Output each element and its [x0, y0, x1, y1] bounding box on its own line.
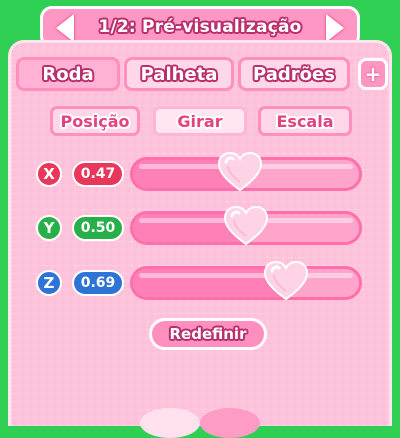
tab-padroes-label: Padrões — [253, 63, 335, 85]
z-slider[interactable] — [130, 266, 362, 300]
tab-palheta[interactable]: Palheta — [124, 57, 234, 91]
subtab-girar[interactable]: Girar — [153, 106, 247, 136]
subtab-girar-label: Girar — [177, 111, 223, 131]
subtab-escala-label: Escala — [276, 111, 334, 131]
bottom-decoration — [140, 408, 200, 438]
z-axis-icon: Z — [36, 270, 62, 296]
tab-palheta-label: Palheta — [140, 63, 218, 85]
subtab-posicao[interactable]: Posição — [50, 106, 140, 136]
tab-roda-label: Roda — [42, 63, 94, 85]
y-axis-icon: Y — [36, 215, 62, 241]
z-value-text: 0.69 — [80, 275, 116, 291]
tab-roda[interactable]: Roda — [16, 57, 120, 91]
plus-icon: + — [364, 62, 382, 86]
subtab-escala[interactable]: Escala — [258, 106, 352, 136]
z-slider-heart-handle-icon[interactable] — [263, 261, 308, 301]
z-value-badge: 0.69 — [72, 270, 124, 296]
page-title: 1/2: Pré-visualização — [98, 17, 302, 37]
bottom-decoration — [200, 408, 260, 438]
y-axis-label: Y — [43, 219, 55, 237]
next-arrow-icon[interactable] — [326, 14, 344, 42]
x-axis-icon: X — [36, 161, 62, 187]
x-value-text: 0.47 — [80, 166, 116, 182]
tab-padroes[interactable]: Padrões — [238, 57, 350, 91]
reset-button-label: Redefinir — [169, 325, 247, 343]
x-value-badge: 0.47 — [72, 161, 124, 187]
add-button[interactable]: + — [358, 58, 388, 90]
y-slider-heart-handle-icon[interactable] — [224, 206, 268, 246]
reset-button[interactable]: Redefinir — [149, 318, 267, 350]
z-axis-label: Z — [43, 274, 55, 292]
x-axis-label: X — [43, 165, 55, 183]
x-slider-heart-handle-icon[interactable] — [217, 152, 262, 192]
y-value-badge: 0.50 — [72, 215, 124, 241]
prev-arrow-icon[interactable] — [56, 14, 74, 42]
y-value-text: 0.50 — [80, 220, 116, 236]
subtab-posicao-label: Posição — [60, 111, 130, 131]
